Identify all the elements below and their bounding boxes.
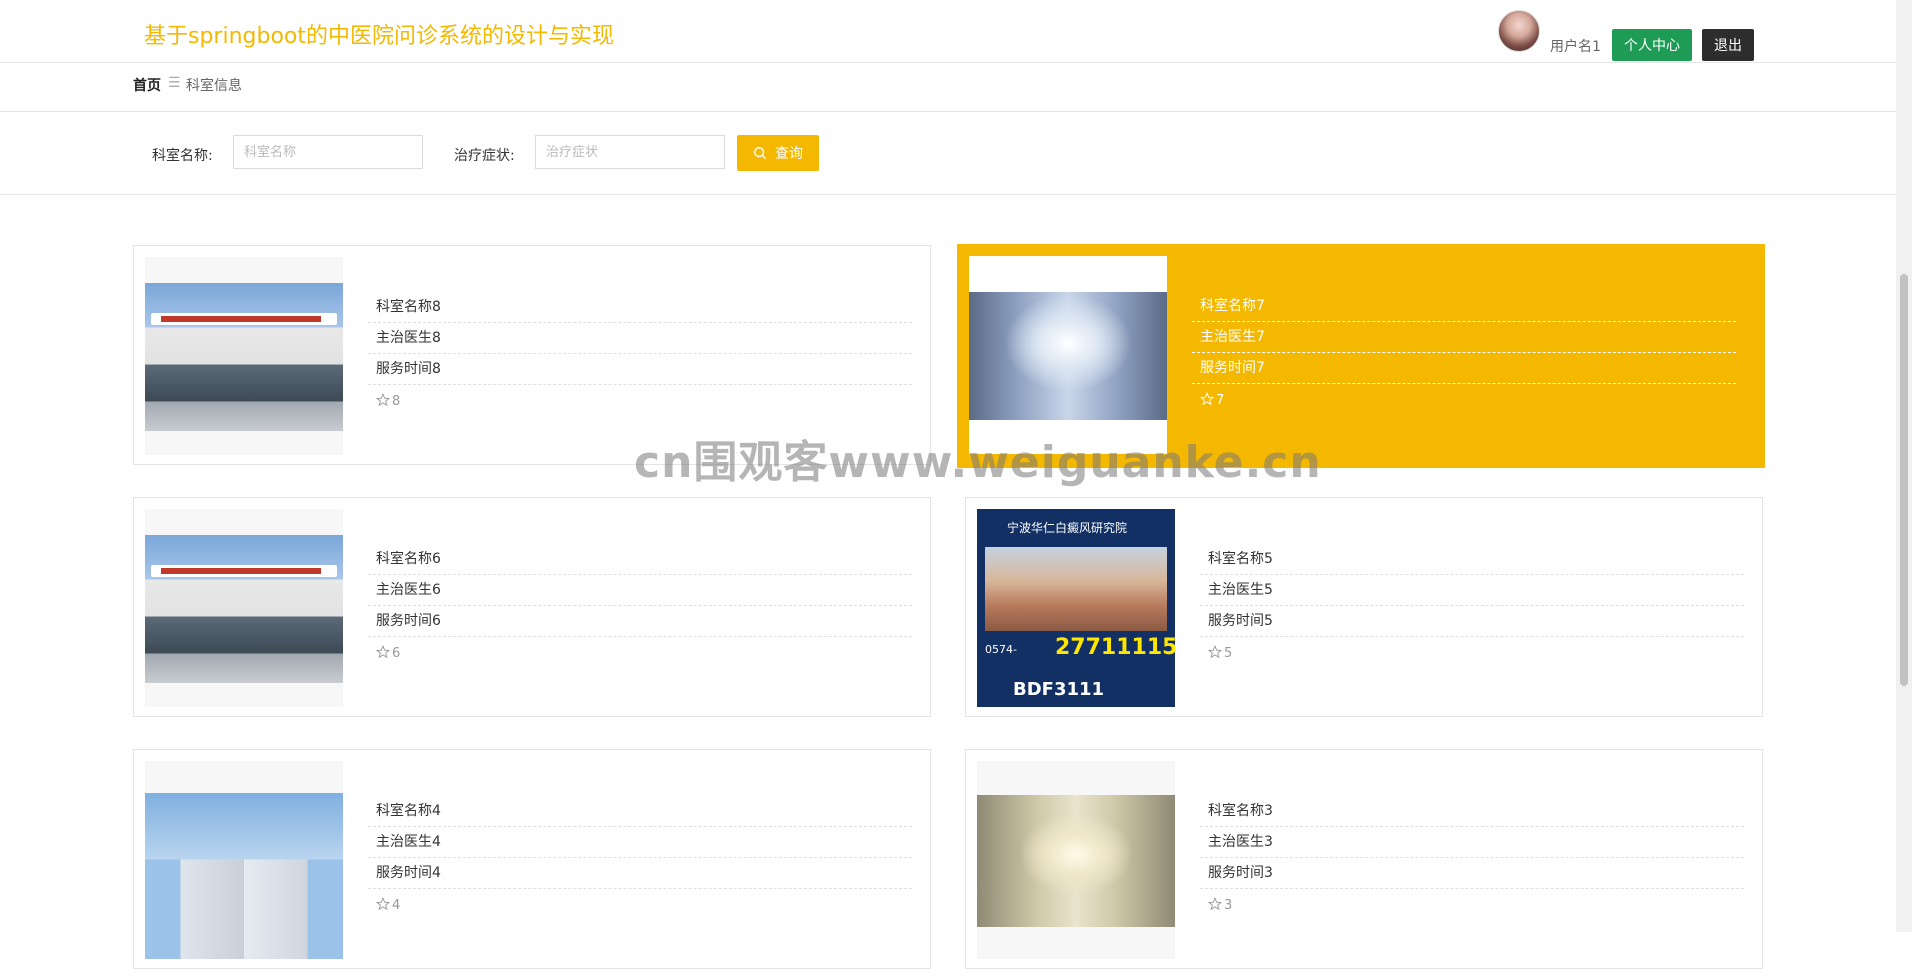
department-service-time: 服务时间3	[1200, 858, 1744, 889]
department-rating: 6	[368, 637, 912, 667]
department-name: 科室名称4	[368, 796, 912, 827]
department-name-input[interactable]	[233, 135, 423, 169]
breadcrumb: 首页 ☰ 科室信息	[0, 63, 1896, 112]
research-title: 宁波华仁白癜风研究院	[1007, 521, 1128, 535]
search-button[interactable]: 查询	[737, 135, 819, 171]
department-name: 科室名称6	[368, 544, 912, 575]
department-name: 科室名称7	[1192, 291, 1736, 322]
department-image[interactable]	[969, 256, 1167, 454]
department-card[interactable]: 科室名称4 主治医生4 服务时间4 4	[133, 749, 931, 969]
department-doctor: 主治医生3	[1200, 827, 1744, 858]
department-rating: 3	[1200, 889, 1744, 919]
department-card[interactable]: 宁波华仁白癜风研究院 0574- 27711115 BDF3111 科室名称5 …	[965, 497, 1763, 717]
department-image[interactable]	[145, 761, 343, 959]
department-doctor: 主治医生5	[1200, 575, 1744, 606]
search-icon	[754, 147, 767, 160]
department-image[interactable]	[145, 257, 343, 455]
star-icon	[1207, 896, 1223, 911]
department-card[interactable]: 科室名称6 主治医生6 服务时间6 6	[133, 497, 931, 717]
watermark-text: cn围观客www.weiguanke.cn	[634, 437, 1322, 488]
page-scrollbar[interactable]	[1896, 0, 1912, 932]
department-rating: 8	[368, 385, 912, 415]
department-doctor: 主治医生8	[368, 323, 912, 354]
star-icon	[1207, 644, 1223, 659]
breadcrumb-home-link[interactable]: 首页	[133, 75, 161, 95]
star-icon	[375, 896, 391, 911]
username-label: 用户名1	[1550, 39, 1601, 55]
department-rating: 4	[368, 889, 912, 919]
department-service-time: 服务时间5	[1200, 606, 1744, 637]
symptom-input[interactable]	[535, 135, 725, 169]
department-name: 科室名称5	[1200, 544, 1744, 575]
site-title[interactable]: 基于springboot的中医院问诊系统的设计与实现	[144, 18, 614, 50]
research-phone-prefix: 0574-	[985, 643, 1017, 656]
department-rating: 7	[1192, 384, 1736, 414]
user-avatar[interactable]	[1498, 10, 1540, 52]
department-doctor: 主治医生4	[368, 827, 912, 858]
department-name: 科室名称3	[1200, 796, 1744, 827]
star-icon	[1199, 391, 1215, 406]
top-header: 基于springboot的中医院问诊系统的设计与实现 用户名1 个人中心 退出	[0, 0, 1896, 63]
department-card[interactable]: 科室名称3 主治医生3 服务时间3 3	[965, 749, 1763, 969]
department-doctor: 主治医生7	[1192, 322, 1736, 353]
department-image[interactable]: 宁波华仁白癜风研究院 0574- 27711115 BDF3111	[977, 509, 1175, 707]
department-image[interactable]	[977, 761, 1175, 959]
breadcrumb-separator-icon: ☰	[168, 75, 181, 91]
scrollbar-thumb[interactable]	[1900, 274, 1908, 686]
personal-center-button[interactable]: 个人中心	[1612, 29, 1692, 61]
department-service-time: 服务时间8	[368, 354, 912, 385]
research-wechat: BDF3111	[1013, 679, 1105, 700]
department-name-label: 科室名称:	[152, 148, 213, 164]
department-service-time: 服务时间4	[368, 858, 912, 889]
star-icon	[375, 392, 391, 407]
department-rating: 5	[1200, 637, 1744, 667]
symptom-label: 治疗症状:	[454, 148, 515, 164]
department-name: 科室名称8	[368, 292, 912, 323]
breadcrumb-current: 科室信息	[186, 78, 242, 94]
research-phone: 27711115	[1055, 635, 1175, 660]
star-icon	[375, 644, 391, 659]
logout-button[interactable]: 退出	[1702, 29, 1754, 61]
department-service-time: 服务时间7	[1192, 353, 1736, 384]
department-image[interactable]	[145, 509, 343, 707]
department-doctor: 主治医生6	[368, 575, 912, 606]
search-button-label: 查询	[775, 146, 803, 162]
search-bar: 科室名称: 治疗症状: 查询	[0, 112, 1896, 195]
department-service-time: 服务时间6	[368, 606, 912, 637]
